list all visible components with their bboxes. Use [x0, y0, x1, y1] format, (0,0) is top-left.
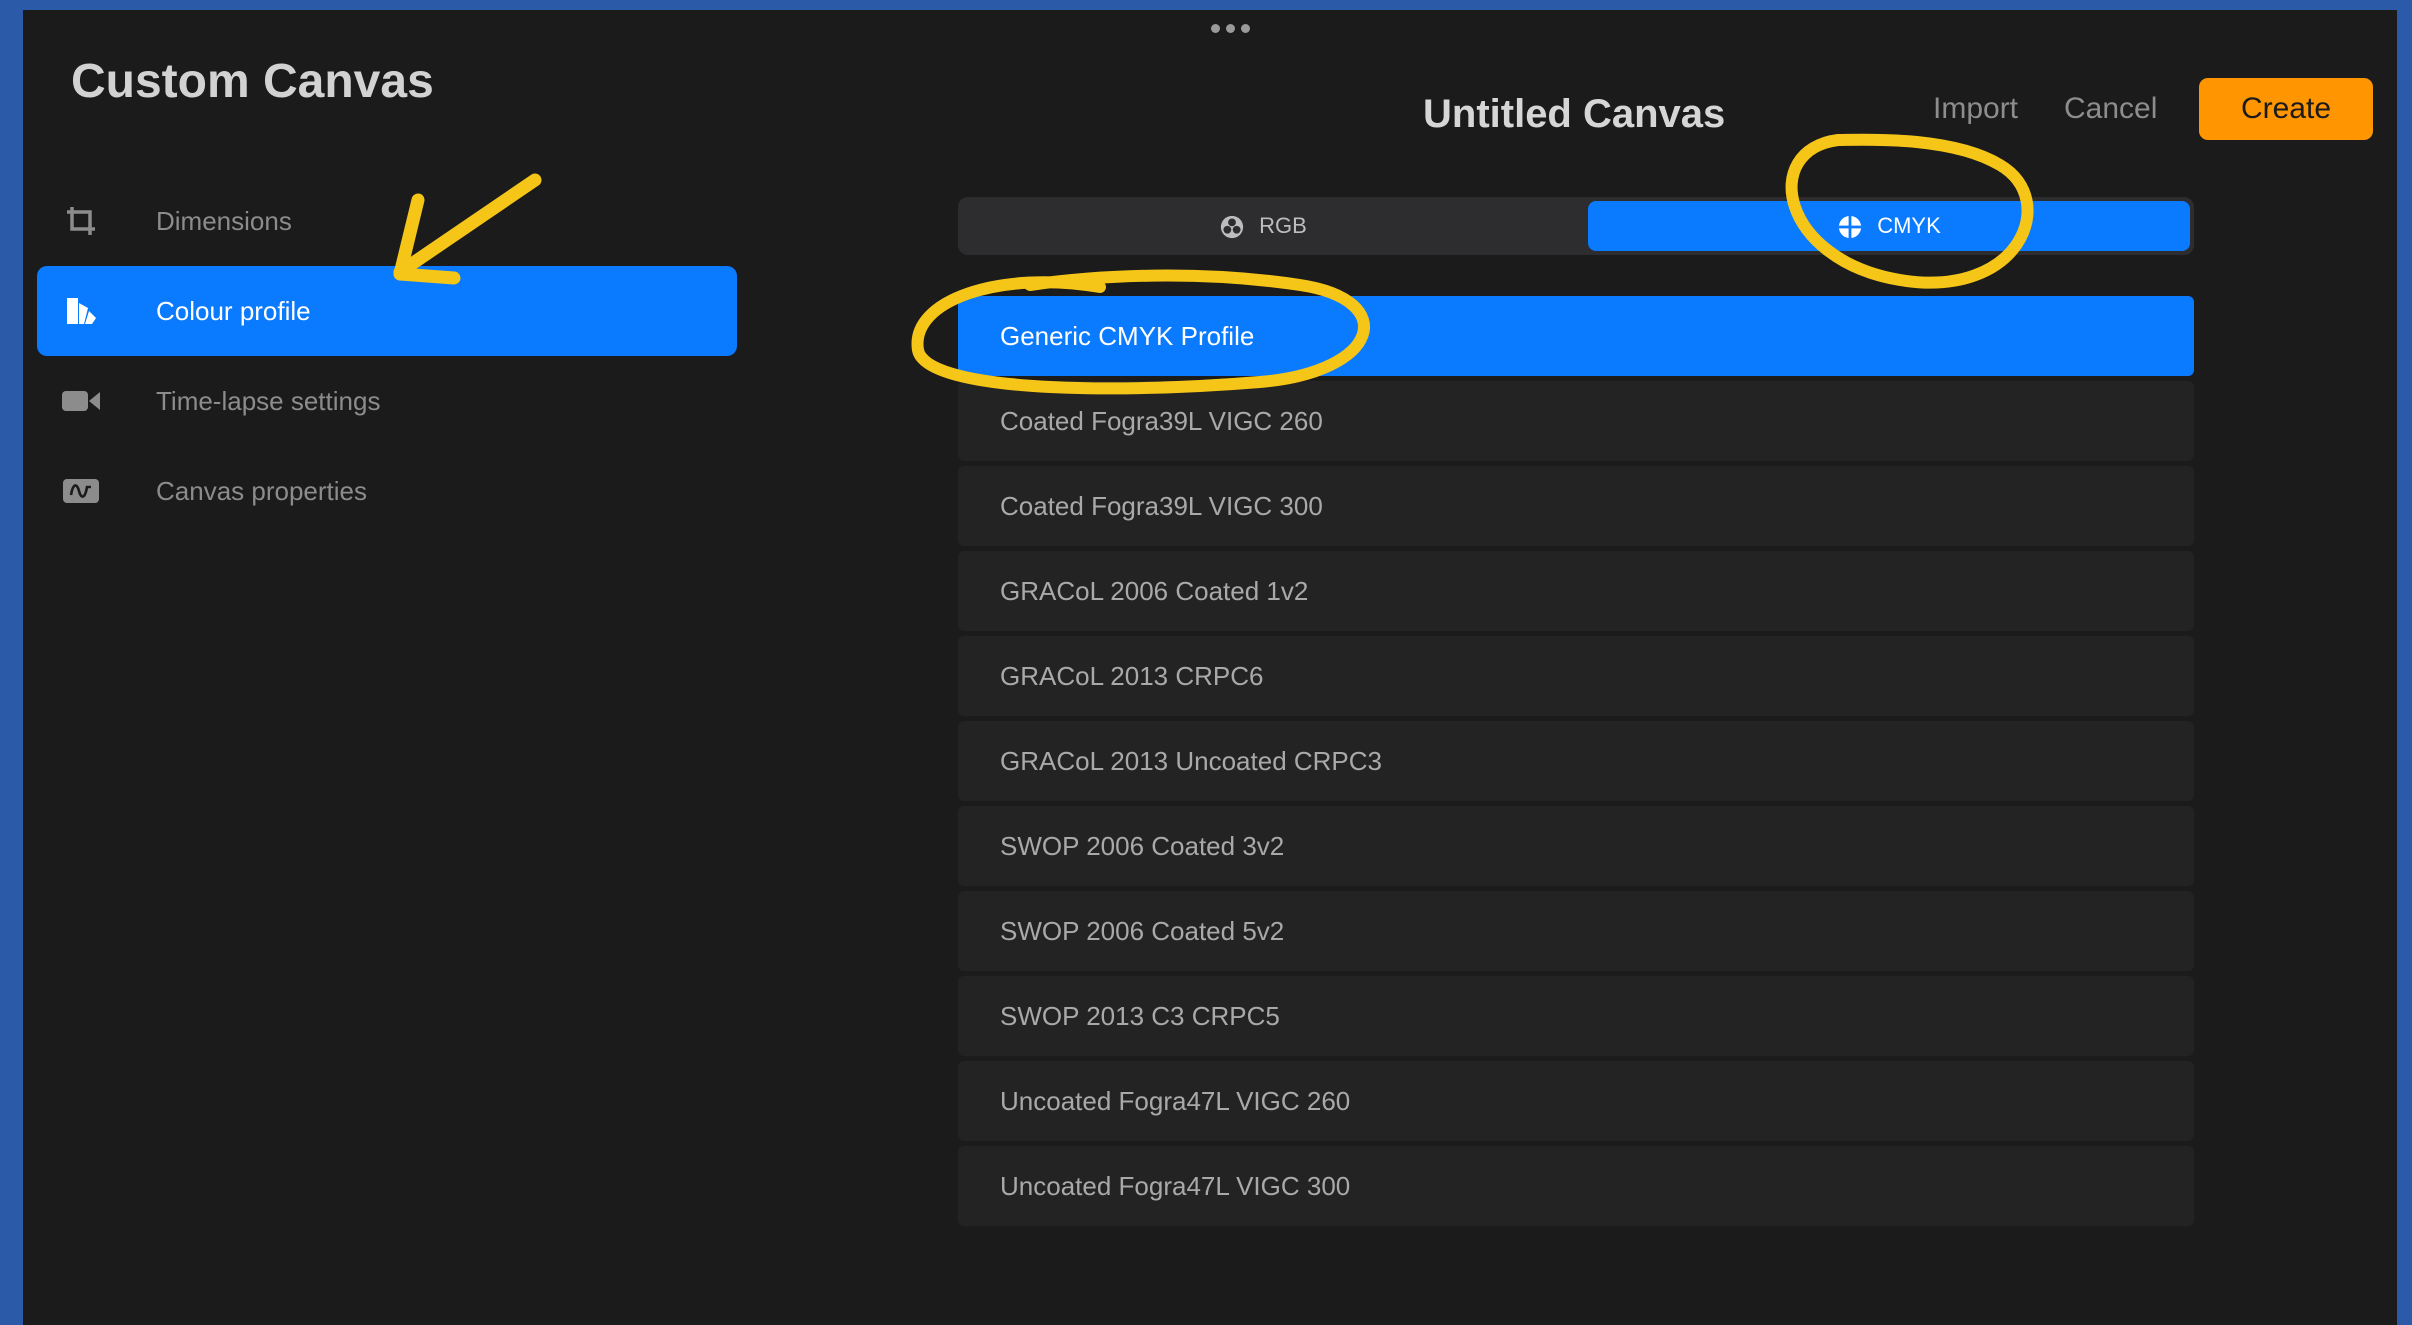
segment-label: RGB [1259, 213, 1307, 238]
sidebar-item-dimensions[interactable]: Dimensions [37, 176, 737, 266]
profile-item[interactable]: SWOP 2006 Coated 3v2 [958, 806, 2194, 886]
profile-item[interactable]: Coated Fogra39L VIGC 260 [958, 381, 2194, 461]
segment-label: CMYK [1877, 213, 1941, 238]
profile-label: Generic CMYK Profile [1000, 320, 1255, 351]
sidebar-item-label: Colour profile [156, 295, 311, 326]
colour-mode-segmented-control: RGB CMYK [958, 197, 2194, 255]
profile-item[interactable]: Uncoated Fogra47L VIGC 300 [958, 1146, 2194, 1226]
profile-label: SWOP 2013 C3 CRPC5 [1000, 1000, 1280, 1031]
profile-item[interactable]: Coated Fogra39L VIGC 300 [958, 466, 2194, 546]
sidebar-item-label: Time-lapse settings [156, 385, 381, 416]
profile-label: Uncoated Fogra47L VIGC 260 [1000, 1085, 1351, 1116]
profile-item[interactable]: SWOP 2013 C3 CRPC5 [958, 976, 2194, 1056]
cmyk-icon [1837, 213, 1863, 239]
sidebar-item-label: Dimensions [156, 205, 292, 236]
segment-rgb[interactable]: RGB [962, 201, 1564, 251]
more-dots-icon[interactable] [1211, 24, 1250, 33]
profile-label: Coated Fogra39L VIGC 300 [1000, 490, 1323, 521]
cancel-button[interactable]: Cancel [2064, 92, 2157, 126]
custom-canvas-window: Custom Canvas Dimensions Colour profile [23, 10, 2397, 1325]
profile-label: GRACoL 2013 CRPC6 [1000, 660, 1264, 691]
sidebar-title: Custom Canvas [71, 55, 434, 108]
canvas-title[interactable]: Untitled Canvas [1423, 92, 1773, 137]
create-button[interactable]: Create [2199, 78, 2373, 140]
profile-item[interactable]: Uncoated Fogra47L VIGC 260 [958, 1061, 2194, 1141]
rgb-icon [1219, 213, 1245, 239]
profile-label: SWOP 2006 Coated 5v2 [1000, 915, 1285, 946]
profile-label: Uncoated Fogra47L VIGC 300 [1000, 1170, 1351, 1201]
video-camera-icon [61, 381, 101, 421]
profile-item[interactable]: GRACoL 2006 Coated 1v2 [958, 551, 2194, 631]
sidebar-item-colour-profile[interactable]: Colour profile [37, 266, 737, 356]
profile-label: Coated Fogra39L VIGC 260 [1000, 405, 1323, 436]
profile-item[interactable]: GRACoL 2013 Uncoated CRPC3 [958, 721, 2194, 801]
sidebar-item-time-lapse-settings[interactable]: Time-lapse settings [37, 356, 737, 446]
properties-icon [61, 471, 101, 511]
profile-label: SWOP 2006 Coated 3v2 [1000, 830, 1285, 861]
profile-label: GRACoL 2006 Coated 1v2 [1000, 575, 1309, 606]
profile-label: GRACoL 2013 Uncoated CRPC3 [1000, 745, 1383, 776]
colour-profile-icon [61, 291, 101, 331]
profile-item[interactable]: GRACoL 2013 CRPC6 [958, 636, 2194, 716]
crop-icon [61, 201, 101, 241]
sidebar-item-label: Canvas properties [156, 475, 367, 506]
profile-item[interactable]: Generic CMYK Profile [958, 296, 2194, 376]
sidebar-item-canvas-properties[interactable]: Canvas properties [37, 446, 737, 536]
import-button[interactable]: Import [1933, 92, 2018, 126]
profile-item[interactable]: SWOP 2006 Coated 5v2 [958, 891, 2194, 971]
segment-cmyk[interactable]: CMYK [1588, 201, 2190, 251]
